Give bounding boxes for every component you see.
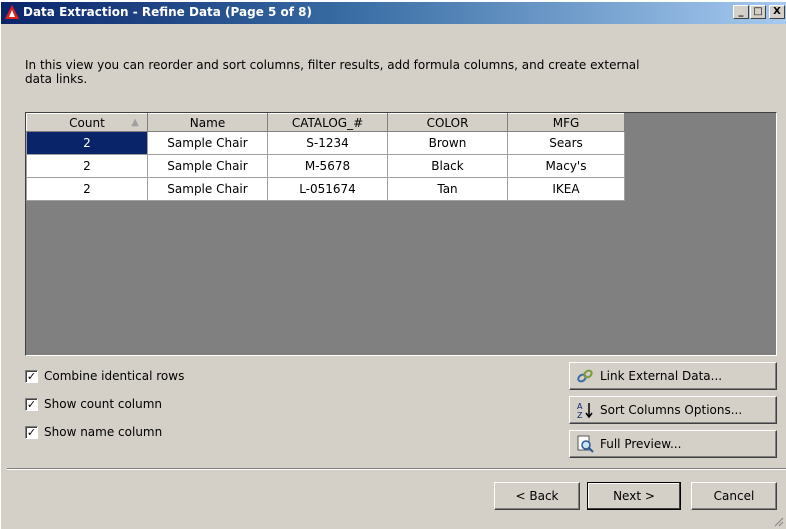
svg-text:Z: Z	[577, 411, 583, 419]
column-header-label: Count	[69, 115, 105, 130]
next-button[interactable]: Next >	[587, 482, 681, 510]
link-external-data-button[interactable]: Link External Data...	[569, 362, 777, 390]
table-cell[interactable]: Macy's	[507, 154, 625, 178]
table-row[interactable]: 2 Sample Chair L-051674 Tan IKEA	[26, 177, 625, 201]
sort-ascending-icon: ▲	[131, 117, 139, 128]
table-cell[interactable]: Black	[387, 154, 508, 178]
column-header-count[interactable]: Count ▲	[26, 113, 148, 132]
combine-rows-checkbox[interactable]: ✓	[25, 369, 38, 383]
table-cell[interactable]: 2	[26, 154, 148, 178]
column-header-color[interactable]: COLOR	[387, 113, 508, 132]
table-cell[interactable]: Sample Chair	[147, 154, 268, 178]
combine-rows-label[interactable]: Combine identical rows	[44, 369, 184, 383]
svg-text:A: A	[577, 402, 583, 411]
column-header-mfg[interactable]: MFG	[507, 113, 625, 132]
table-cell[interactable]: 2	[26, 131, 148, 155]
show-count-label[interactable]: Show count column	[44, 397, 162, 411]
link-icon	[576, 367, 594, 385]
table-row[interactable]: 2 Sample Chair S-1234 Brown Sears	[26, 131, 625, 155]
show-count-option[interactable]: ✓ Show count column	[25, 396, 162, 412]
sort-columns-options-button[interactable]: A Z Sort Columns Options...	[569, 396, 777, 424]
sort-columns-options-label: Sort Columns Options...	[600, 403, 743, 417]
back-button[interactable]: < Back	[494, 482, 580, 510]
window-title: Data Extraction - Refine Data (Page 5 of…	[23, 5, 313, 19]
table-cell[interactable]: S-1234	[267, 131, 388, 155]
full-preview-button[interactable]: Full Preview...	[569, 430, 777, 458]
dialog-window: Data Extraction - Refine Data (Page 5 of…	[0, 2, 786, 529]
table-cell[interactable]: Sample Chair	[147, 177, 268, 201]
resize-grip-icon[interactable]	[772, 515, 784, 527]
title-bar[interactable]: Data Extraction - Refine Data (Page 5 of…	[1, 2, 786, 24]
show-name-checkbox[interactable]: ✓	[25, 425, 38, 439]
sort-az-icon: A Z	[576, 401, 594, 420]
table-cell[interactable]: M-5678	[267, 154, 388, 178]
autocad-app-icon	[4, 4, 20, 20]
table-cell[interactable]: Tan	[387, 177, 508, 201]
page-description: In this view you can reorder and sort co…	[25, 58, 640, 86]
table-cell[interactable]: IKEA	[507, 177, 625, 201]
column-header-catalog[interactable]: CATALOG_#	[267, 113, 388, 132]
header-row: Count ▲ Name CATALOG_# COLOR MFG	[26, 113, 625, 132]
table-row[interactable]: 2 Sample Chair M-5678 Black Macy's	[26, 154, 625, 178]
preview-icon	[576, 435, 594, 453]
show-count-checkbox[interactable]: ✓	[25, 397, 38, 411]
footer-separator	[7, 468, 786, 470]
table-cell[interactable]: Brown	[387, 131, 508, 155]
maximize-button[interactable]: □	[750, 5, 766, 19]
data-table: Count ▲ Name CATALOG_# COLOR MFG 2 Sampl…	[26, 113, 625, 201]
column-header-name[interactable]: Name	[147, 113, 268, 132]
data-grid[interactable]: Count ▲ Name CATALOG_# COLOR MFG 2 Sampl…	[25, 112, 777, 356]
combine-rows-option[interactable]: ✓ Combine identical rows	[25, 368, 184, 384]
close-button[interactable]: X	[769, 5, 785, 19]
link-external-data-label: Link External Data...	[600, 369, 723, 383]
table-cell[interactable]: Sears	[507, 131, 625, 155]
show-name-option[interactable]: ✓ Show name column	[25, 424, 162, 440]
table-cell[interactable]: Sample Chair	[147, 131, 268, 155]
show-name-label[interactable]: Show name column	[44, 425, 162, 439]
minimize-button[interactable]: _	[733, 5, 749, 19]
cancel-button[interactable]: Cancel	[691, 482, 777, 510]
full-preview-label: Full Preview...	[600, 437, 682, 451]
table-cell[interactable]: L-051674	[267, 177, 388, 201]
table-cell[interactable]: 2	[26, 177, 148, 201]
